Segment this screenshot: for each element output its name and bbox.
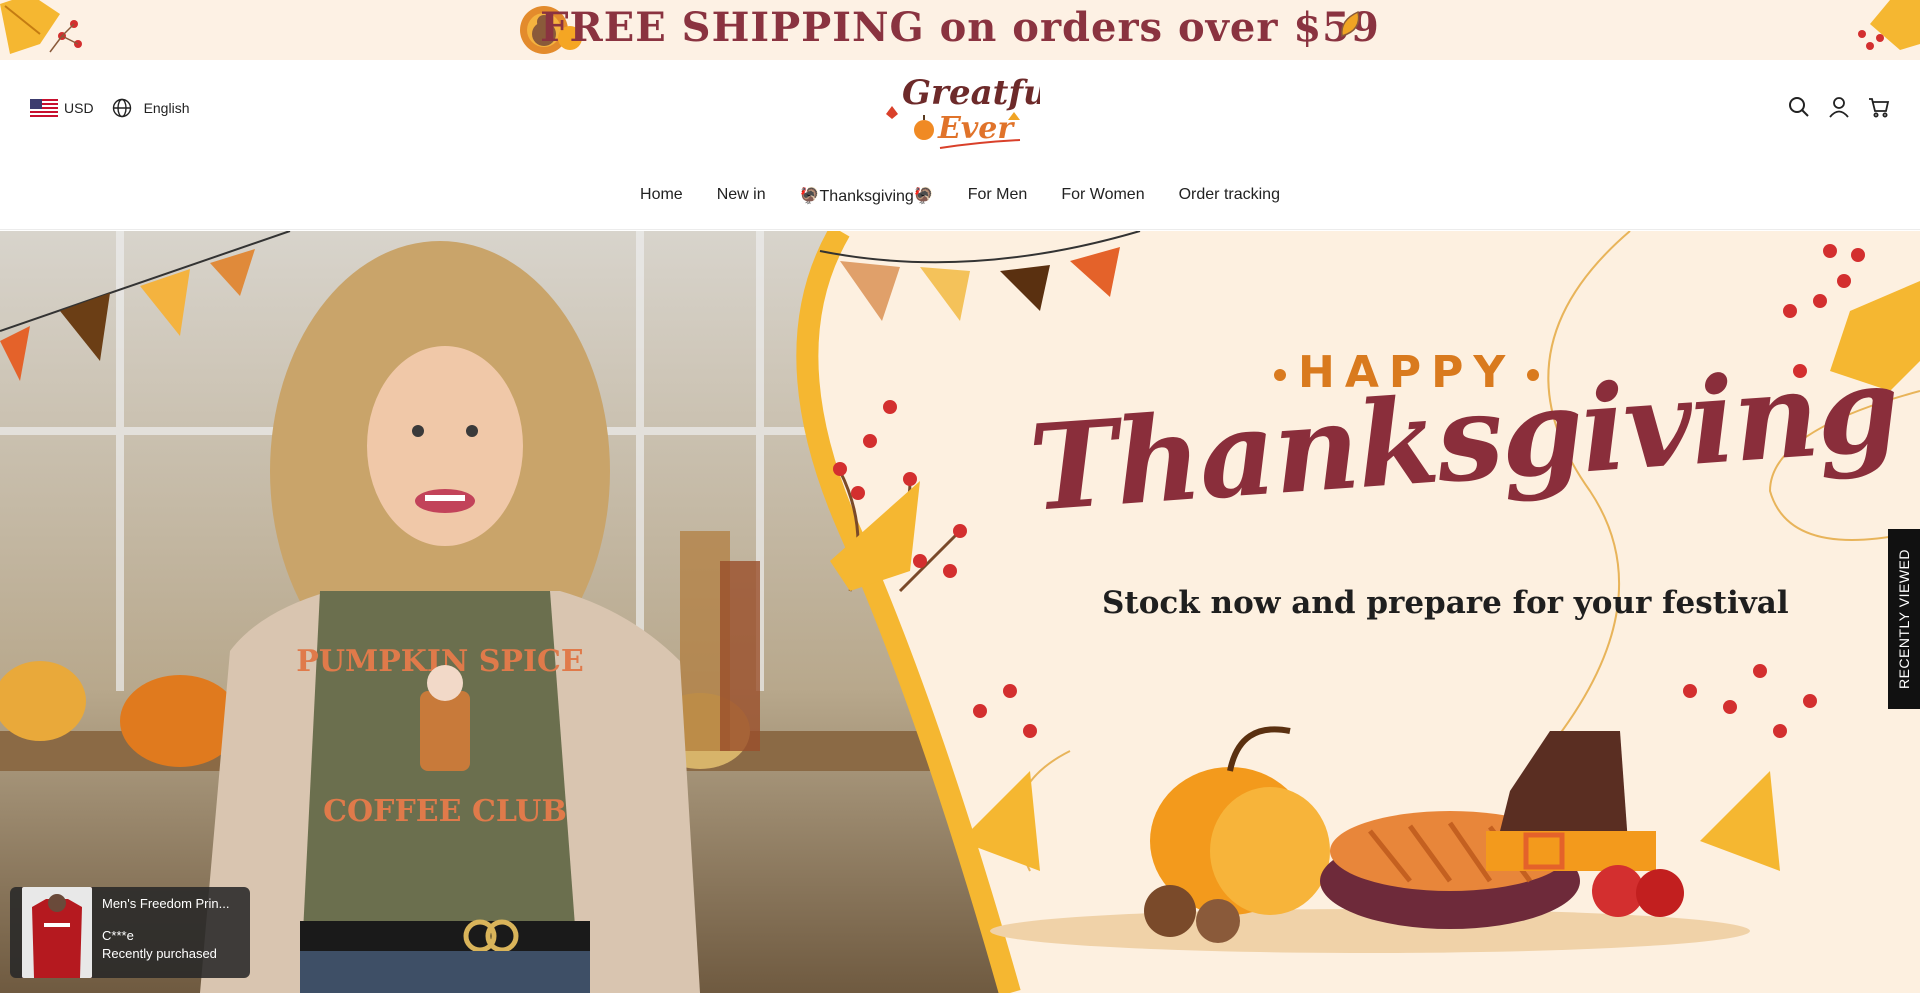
currency-selector[interactable]: USD <box>64 100 94 116</box>
nav-item-thanksgiving[interactable]: 🦃Thanksgiving🦃 <box>800 186 934 206</box>
recent-purchase-popup[interactable]: Men's Freedom Prin... C***e Recently pur… <box>10 887 250 978</box>
hero-banner[interactable]: PUMPKIN SPICE COFFEE CLUB HAPPY Thanksgi… <box>0 231 1920 993</box>
nav-item-for-women[interactable]: For Women <box>1061 186 1144 206</box>
site-header: USD English Greatful Ever Home New in 🦃T… <box>0 60 1920 230</box>
language-selector[interactable]: English <box>144 100 190 116</box>
nav-item-for-men[interactable]: For Men <box>968 186 1028 206</box>
nav-item-new-in[interactable]: New in <box>717 186 766 206</box>
leaf-icon <box>1341 10 1360 37</box>
announcement-bar: FREE SHIPPING on orders over $59 <box>0 0 1920 60</box>
svg-text:COFFEE CLUB: COFFEE CLUB <box>323 794 567 829</box>
hero-subtitle: Stock now and prepare for your festival <box>1102 585 1789 621</box>
dot-icon <box>1274 369 1286 381</box>
globe-icon[interactable] <box>112 98 132 118</box>
recently-viewed-tab[interactable]: RECENTLY VIEWED <box>1888 529 1920 709</box>
nav-item-home[interactable]: Home <box>640 186 683 206</box>
search-icon[interactable] <box>1788 96 1810 118</box>
popup-status: Recently purchased <box>102 946 217 961</box>
popup-info: Men's Freedom Prin... C***e Recently pur… <box>92 887 248 978</box>
cart-icon[interactable] <box>1868 96 1890 118</box>
account-icon[interactable] <box>1828 96 1850 118</box>
free-shipping-text: FREE SHIPPING on orders over $59 <box>540 4 1380 51</box>
main-navigation: Home New in 🦃Thanksgiving🦃 For Men For W… <box>0 186 1920 206</box>
header-actions <box>1788 96 1890 118</box>
greatful-ever-logo[interactable]: Greatful Ever <box>880 66 1040 158</box>
autumn-leaf-decoration-right <box>1858 0 1920 50</box>
popup-customer: C***e <box>102 928 134 943</box>
us-flag-icon[interactable] <box>30 99 58 117</box>
nav-item-order-tracking[interactable]: Order tracking <box>1179 186 1280 206</box>
product-thumbnail[interactable] <box>22 887 92 978</box>
recently-viewed-label: RECENTLY VIEWED <box>1896 548 1912 689</box>
locale-selector: USD English <box>30 98 189 118</box>
svg-text:Greatful: Greatful <box>902 73 1040 113</box>
popup-product-name[interactable]: Men's Freedom Prin... <box>102 895 238 913</box>
